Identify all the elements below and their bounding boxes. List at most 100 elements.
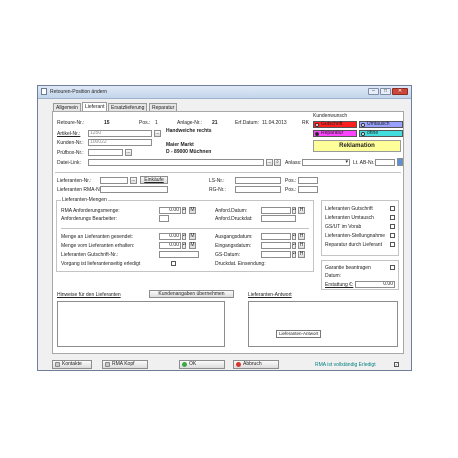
artikel-field[interactable]: 1250 [88, 130, 152, 137]
ausgang-field[interactable] [261, 233, 291, 240]
erledigt-checkbox[interactable]: ✓ [394, 362, 399, 367]
pos2-label: Pos.: [285, 187, 297, 193]
menge-erhalten-label: Menge vom Lieferanten erhalten: [61, 243, 135, 249]
check-umtausch[interactable] [390, 215, 395, 220]
anford-datum-field[interactable] [261, 207, 291, 214]
window-title: Retouren-Position ändern [50, 89, 107, 95]
artikel-name: Handweiche rechts [166, 128, 212, 134]
menge-gesendet-field[interactable]: 0.00 [159, 233, 181, 240]
pruef-label: Prüfbox-Nr.: [57, 150, 84, 156]
retoure-label: Retoure-Nr.: [57, 120, 85, 126]
check-gutschrift[interactable] [390, 206, 395, 211]
check-stellungnahme[interactable] [390, 233, 395, 238]
pruef-field[interactable] [88, 149, 123, 156]
pruef-lookup-button[interactable]: ... [125, 149, 132, 156]
anford-druck-field[interactable] [261, 215, 296, 222]
m-button-2[interactable]: M [189, 233, 196, 240]
close-button[interactable]: ✕ [392, 88, 408, 95]
kunde-field[interactable]: 100022 [88, 139, 152, 146]
ls-label: LS-Nr.: [209, 178, 225, 184]
ls-field[interactable] [235, 177, 281, 184]
maximize-button[interactable]: □ [380, 88, 391, 95]
kundenwunsch-title: Kundenwunsch [313, 113, 348, 119]
option-reparatur[interactable]: Reparatur [313, 130, 357, 137]
lieferant-nr-field[interactable] [100, 177, 128, 184]
check-label-stellungnahme: Lieferanten-Stellungnahme [325, 233, 386, 239]
m-button-3[interactable]: M [189, 242, 196, 249]
eingang-spinner[interactable]: ▴▾ [292, 242, 296, 249]
eingang-field[interactable] [261, 242, 291, 249]
radio-selected-icon [315, 131, 319, 136]
pos1-field[interactable] [298, 177, 318, 184]
anlass-select[interactable]: ▾ [302, 159, 350, 166]
datei-lookup-button[interactable]: ... [266, 159, 273, 166]
document-icon [105, 362, 110, 367]
rma-menge-spinner[interactable]: ▴▾ [182, 207, 186, 214]
ok-button[interactable]: OK [179, 360, 225, 369]
hinweise-label: Hinweise für den Lieferanten [57, 292, 121, 298]
title-bar[interactable]: Retouren-Position ändern – □ ✕ [38, 86, 411, 99]
anford-bearb-field[interactable] [159, 215, 169, 222]
option-ohne[interactable]: ohne [359, 130, 403, 137]
option-umtausch[interactable]: Umtausch [359, 121, 403, 128]
garantie-label: Garantie beantragen [325, 265, 371, 271]
mengen-title: Lieferanten-Mengen [61, 197, 108, 203]
rma-menge-field[interactable]: 0.00 [159, 207, 181, 214]
check-reparatur[interactable] [390, 242, 395, 247]
kontakte-button[interactable]: Kontakte [52, 360, 92, 369]
druck-einsendung-label: Druckdat. Einsendung: [215, 261, 266, 267]
lieferant-lookup-button[interactable]: ... [130, 177, 137, 184]
gutschrift-nr-field[interactable] [159, 251, 199, 258]
check-vorab[interactable] [390, 224, 395, 229]
gs-spinner[interactable]: ▴▾ [292, 251, 296, 258]
artikel-label: Artikel-Nr.: [57, 131, 81, 137]
artikel-lookup-button[interactable]: ... [154, 130, 161, 137]
erstattung-field[interactable]: 0.00 [355, 281, 395, 288]
anford-datum-label: Anford.Datum: [215, 208, 248, 214]
rma-kopf-button[interactable]: RMA Kopf [102, 360, 148, 369]
pos2-field[interactable] [298, 186, 318, 193]
eingang-label: Eingangsdatum: [215, 243, 252, 249]
menge-erhalten-field[interactable]: 0.00 [159, 242, 181, 249]
checkmark-icon [182, 362, 187, 367]
rma-menge-label: RMA Anforderungsmenge: [61, 208, 120, 214]
antwort-tooltip: Lieferanten-Antwort [276, 330, 322, 338]
status-badge: Reklamation [313, 140, 401, 152]
contacts-icon [55, 362, 60, 367]
vorgang-checkbox[interactable] [171, 261, 176, 266]
anford-druck-label: Anford.Druckdat: [215, 216, 253, 222]
garantie-checkbox[interactable] [390, 265, 395, 270]
kunde-city: D - 89000 Müchnen [166, 149, 212, 155]
h-button-3[interactable]: H [298, 242, 305, 249]
rma-nr-field[interactable] [100, 186, 168, 193]
option-gutschrift[interactable]: Gutschrift [313, 121, 357, 128]
search-icon[interactable]: ⌕ [274, 159, 281, 166]
kundenangaben-button[interactable]: Kundenangaben übernehmen [149, 290, 234, 298]
garantie-datum-label: Datum: [325, 273, 342, 279]
menge-erhalten-spinner[interactable]: ▴▾ [182, 242, 186, 249]
h-button-4[interactable]: H [298, 251, 305, 258]
hinweise-textarea[interactable] [57, 301, 225, 347]
h-button-2[interactable]: H [298, 233, 305, 240]
check-label-umtausch: Lieferanten Umtausch [325, 215, 374, 221]
gutschrift-nr-label: Lieferanten Gutschrift-Nr.: [61, 252, 119, 258]
ltab-field[interactable] [375, 159, 395, 166]
divider [61, 228, 309, 229]
ausgang-spinner[interactable]: ▴▾ [292, 233, 296, 240]
radio-icon [361, 122, 365, 127]
antwort-textarea[interactable] [248, 301, 398, 347]
anlass-label: Anlass: [285, 160, 302, 166]
calendar-icon[interactable] [397, 158, 403, 166]
einkaufe-button[interactable]: Einkäufe [140, 176, 168, 184]
pos1-label: Pos.: [285, 178, 297, 184]
anford-datum-spinner[interactable]: ▴▾ [292, 207, 296, 214]
h-button[interactable]: H [298, 207, 305, 214]
menge-gesendet-spinner[interactable]: ▴▾ [182, 233, 186, 240]
m-button[interactable]: M [189, 207, 196, 214]
abbruch-button[interactable]: Abbruch [233, 360, 279, 369]
rg-field[interactable] [235, 186, 281, 193]
gs-field[interactable] [261, 251, 291, 258]
datei-field[interactable] [88, 159, 264, 166]
cancel-icon [236, 362, 241, 367]
minimize-button[interactable]: – [368, 88, 379, 95]
